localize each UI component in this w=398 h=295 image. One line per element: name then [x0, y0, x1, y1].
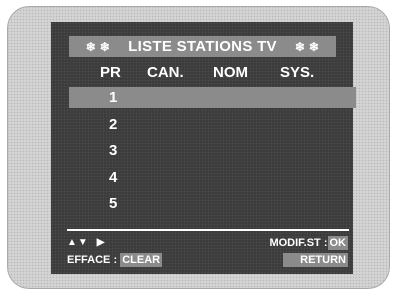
return-button[interactable]: RETURN	[283, 253, 348, 267]
station-row-5[interactable]: 5	[51, 192, 353, 219]
ok-button[interactable]: OK	[327, 236, 348, 250]
column-header-sys: SYS.	[280, 64, 315, 81]
snowflake-icon-left: ❄ ❄	[85, 39, 111, 54]
modify-hint: MODIF.ST : OK	[269, 236, 348, 250]
station-row-3[interactable]: 3	[51, 139, 353, 166]
station-list: 1 2 3 4 5	[51, 86, 356, 219]
modif-label: MODIF.ST :	[269, 237, 328, 249]
column-headers: PR CAN. NOM SYS.	[51, 64, 353, 82]
station-number: 5	[109, 195, 118, 212]
clear-hint: EFFACE : CLEAR	[67, 253, 163, 267]
navigation-hint: ▲▼ ▶	[67, 236, 162, 250]
column-header-nom: NOM	[213, 64, 248, 81]
footer-left: ▲▼ ▶ EFFACE : CLEAR	[67, 236, 163, 267]
station-number: 2	[109, 115, 118, 133]
column-header-pr: PR	[100, 64, 121, 81]
title-bar: ❄ ❄ LISTE STATIONS TV ❄ ❄	[69, 36, 336, 57]
station-row-2[interactable]: 2	[51, 113, 353, 140]
station-number: 1	[109, 89, 118, 106]
footer-right: MODIF.ST : OK RETURN	[269, 236, 348, 267]
divider	[67, 229, 349, 231]
osd-menu: ❄ ❄ LISTE STATIONS TV ❄ ❄ PR CAN. NOM SY…	[51, 22, 356, 274]
up-down-arrows-icon: ▲▼	[67, 237, 89, 248]
clear-button[interactable]: CLEAR	[120, 253, 163, 267]
station-row-1[interactable]: 1	[51, 86, 356, 113]
station-number: 4	[109, 168, 118, 186]
station-row-4[interactable]: 4	[51, 166, 353, 193]
snowflake-icon-right: ❄ ❄	[294, 39, 320, 54]
column-header-can: CAN.	[147, 64, 184, 81]
station-number: 3	[109, 142, 118, 159]
right-arrow-icon: ▶	[96, 237, 106, 248]
effacer-label: EFFACE :	[67, 254, 118, 266]
menu-title: LISTE STATIONS TV	[128, 38, 277, 55]
